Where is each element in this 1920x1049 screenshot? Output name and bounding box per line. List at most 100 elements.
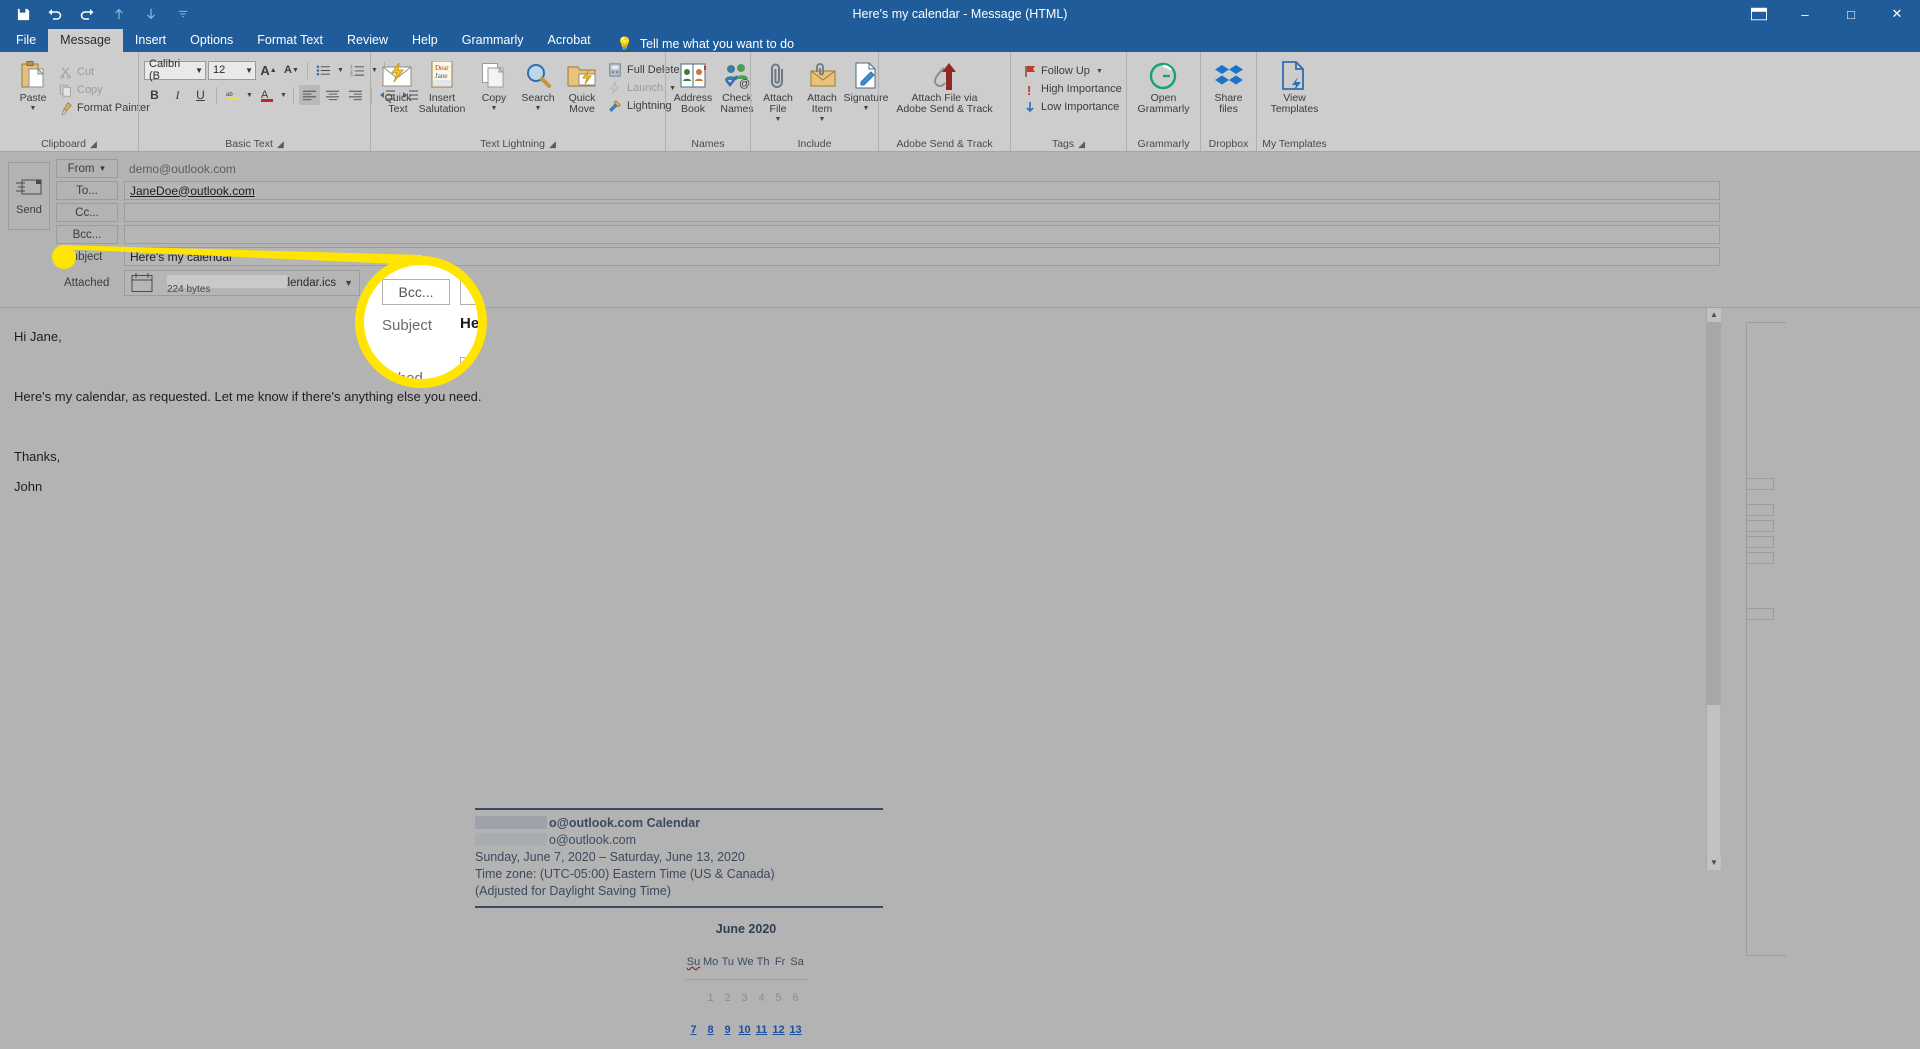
scroll-thumb[interactable] — [1707, 322, 1721, 705]
dialog-launcher-clipboard[interactable]: ◢ — [90, 137, 97, 151]
follow-up-dropdown-caret[interactable]: ▼ — [1095, 68, 1104, 75]
mini-calendar-header-row: Su Mo Tu We Th Fr Sa — [685, 947, 806, 978]
search-icon — [524, 59, 552, 93]
insert-salutation-label-2: Salutation — [418, 103, 466, 115]
search-dropdown-caret[interactable]: ▼ — [535, 105, 542, 112]
to-button[interactable]: To... — [56, 181, 118, 200]
to-input[interactable]: JaneDoe@outlook.com — [124, 181, 1720, 200]
bcc-input[interactable] — [124, 225, 1720, 244]
shrink-font-button[interactable]: A ▼ — [281, 60, 302, 80]
ribbon-group-my-templates: View Templates My Templates — [1256, 52, 1332, 151]
signature-dropdown-caret[interactable]: ▼ — [863, 105, 870, 112]
chevron-down-icon[interactable]: ▼ — [245, 66, 253, 75]
numbering-button[interactable]: 123 — [347, 60, 368, 80]
open-grammarly-label-2: Grammarly — [1137, 103, 1190, 115]
bold-button[interactable]: B — [144, 85, 165, 105]
open-grammarly-button[interactable]: Open Grammarly — [1133, 57, 1195, 117]
low-importance-button[interactable]: Low Importance — [1020, 98, 1126, 116]
follow-up-button[interactable]: Follow Up ▼ — [1020, 62, 1126, 80]
tab-file[interactable]: File — [4, 29, 48, 52]
tab-message[interactable]: Message — [48, 29, 123, 52]
chevron-down-icon[interactable]: ▼ — [98, 164, 106, 173]
window-controls[interactable]: – □ ✕ — [1736, 0, 1920, 28]
highlight-dropdown-caret[interactable]: ▼ — [245, 92, 254, 99]
tab-insert[interactable]: Insert — [123, 29, 178, 52]
move-down-icon[interactable] — [142, 5, 160, 23]
tab-grammarly[interactable]: Grammarly — [450, 29, 536, 52]
text-highlight-color-button[interactable]: ab — [222, 85, 243, 105]
attach-file-dropdown-caret[interactable]: ▼ — [775, 116, 782, 123]
tab-options[interactable]: Options — [178, 29, 245, 52]
share-files-button[interactable]: Share files — [1207, 57, 1251, 117]
move-up-icon[interactable] — [110, 5, 128, 23]
quick-access-toolbar[interactable] — [0, 5, 192, 23]
address-book-button[interactable]: Address Book — [671, 57, 715, 117]
minimize-icon[interactable]: – — [1782, 0, 1828, 28]
from-button[interactable]: From ▼ — [56, 159, 118, 178]
bullets-button[interactable] — [313, 60, 334, 80]
font-color-button[interactable]: A — [256, 85, 277, 105]
search-button[interactable]: Search ▼ — [516, 57, 560, 114]
tab-format-text[interactable]: Format Text — [245, 29, 335, 52]
body-scrollbar[interactable]: ▲ ▼ — [1706, 308, 1721, 870]
mini-calendar-body: 1 2 3 4 5 6 7 8 9 10 11 12 13 — [685, 982, 804, 1049]
font-name-combo[interactable]: Calibri (B ▼ — [144, 58, 206, 82]
close-icon[interactable]: ✕ — [1874, 0, 1920, 28]
save-icon[interactable] — [14, 5, 32, 23]
tab-acrobat[interactable]: Acrobat — [536, 29, 603, 52]
tab-help[interactable]: Help — [400, 29, 450, 52]
attachment-chip[interactable]: 224 bytes Calendar.ics ▼ — [124, 270, 360, 296]
align-center-button[interactable] — [322, 85, 343, 105]
scroll-down-arrow[interactable]: ▼ — [1707, 856, 1721, 870]
copy-dropdown-caret[interactable]: ▼ — [491, 105, 498, 112]
attached-label: Attached — [64, 277, 110, 289]
attach-item-button[interactable]: Attach Item ▼ — [800, 57, 844, 125]
quick-move-button[interactable]: Quick Move — [560, 57, 604, 117]
chevron-down-icon[interactable]: ▼ — [195, 66, 203, 75]
ribbon-tab-bar[interactable]: File Message Insert Options Format Text … — [0, 28, 1920, 52]
ribbon[interactable]: Paste ▼ Cut Copy Format Painter Clipboar… — [0, 52, 1920, 152]
attach-file-button[interactable]: Attach File ▼ — [756, 57, 800, 125]
dialog-launcher-tags[interactable]: ◢ — [1078, 137, 1085, 151]
copy-move-copy-button[interactable]: Copy ▼ — [472, 57, 516, 114]
day-cell: 5 — [775, 992, 782, 1004]
scroll-up-arrow[interactable]: ▲ — [1707, 308, 1721, 322]
bullets-dropdown-caret[interactable]: ▼ — [336, 67, 345, 74]
dialog-launcher-basic-text[interactable]: ◢ — [277, 137, 284, 151]
paste-button[interactable]: Paste ▼ — [11, 57, 55, 114]
restore-icon[interactable]: □ — [1828, 0, 1874, 28]
insert-salutation-button[interactable]: Dear Jane Insert Salutation — [418, 57, 466, 117]
customize-qat-icon[interactable] — [174, 5, 192, 23]
cc-button[interactable]: Cc... — [56, 203, 118, 222]
attach-file-adobe-button[interactable]: Attach File via Adobe Send & Track — [891, 57, 997, 117]
tab-review[interactable]: Review — [335, 29, 400, 52]
quick-move-label-2: Move — [569, 103, 595, 115]
dialog-launcher-text-lightning[interactable]: ◢ — [549, 137, 556, 151]
chevron-down-icon[interactable]: ▼ — [344, 278, 353, 288]
down-arrow-icon — [1026, 101, 1034, 112]
font-size-combo[interactable]: 12 ▼ — [208, 60, 256, 80]
italic-button[interactable]: I — [167, 85, 188, 105]
tell-me-search[interactable]: 💡 Tell me what you want to do — [603, 36, 794, 52]
align-left-button[interactable] — [299, 85, 320, 105]
view-templates-button[interactable]: View Templates — [1266, 57, 1324, 117]
ribbon-display-icon[interactable] — [1736, 0, 1782, 28]
attach-item-dropdown-caret[interactable]: ▼ — [819, 116, 826, 123]
high-importance-button[interactable]: ! High Importance — [1020, 80, 1126, 98]
align-right-button[interactable] — [345, 85, 366, 105]
undo-icon[interactable] — [46, 5, 64, 23]
cc-input[interactable] — [124, 203, 1720, 222]
font-color-dropdown-caret[interactable]: ▼ — [279, 92, 288, 99]
message-body[interactable]: Hi Jane, Here's my calendar, as requeste… — [0, 308, 1920, 1036]
group-label-tags: Tags ◢ — [1011, 137, 1126, 151]
underline-button[interactable]: U — [190, 85, 211, 105]
weekday-su: Su — [686, 956, 701, 968]
redo-icon[interactable] — [78, 5, 96, 23]
quick-text-button[interactable]: Quick Text — [376, 57, 420, 117]
paste-dropdown-caret[interactable]: ▼ — [30, 105, 37, 112]
send-button[interactable]: Send — [8, 162, 50, 230]
paintbrush-icon — [61, 101, 72, 115]
bcc-button[interactable]: Bcc... — [56, 225, 118, 244]
grow-font-button[interactable]: A ▲ — [258, 60, 279, 80]
subject-input[interactable]: Here's my calendar — [124, 247, 1720, 266]
